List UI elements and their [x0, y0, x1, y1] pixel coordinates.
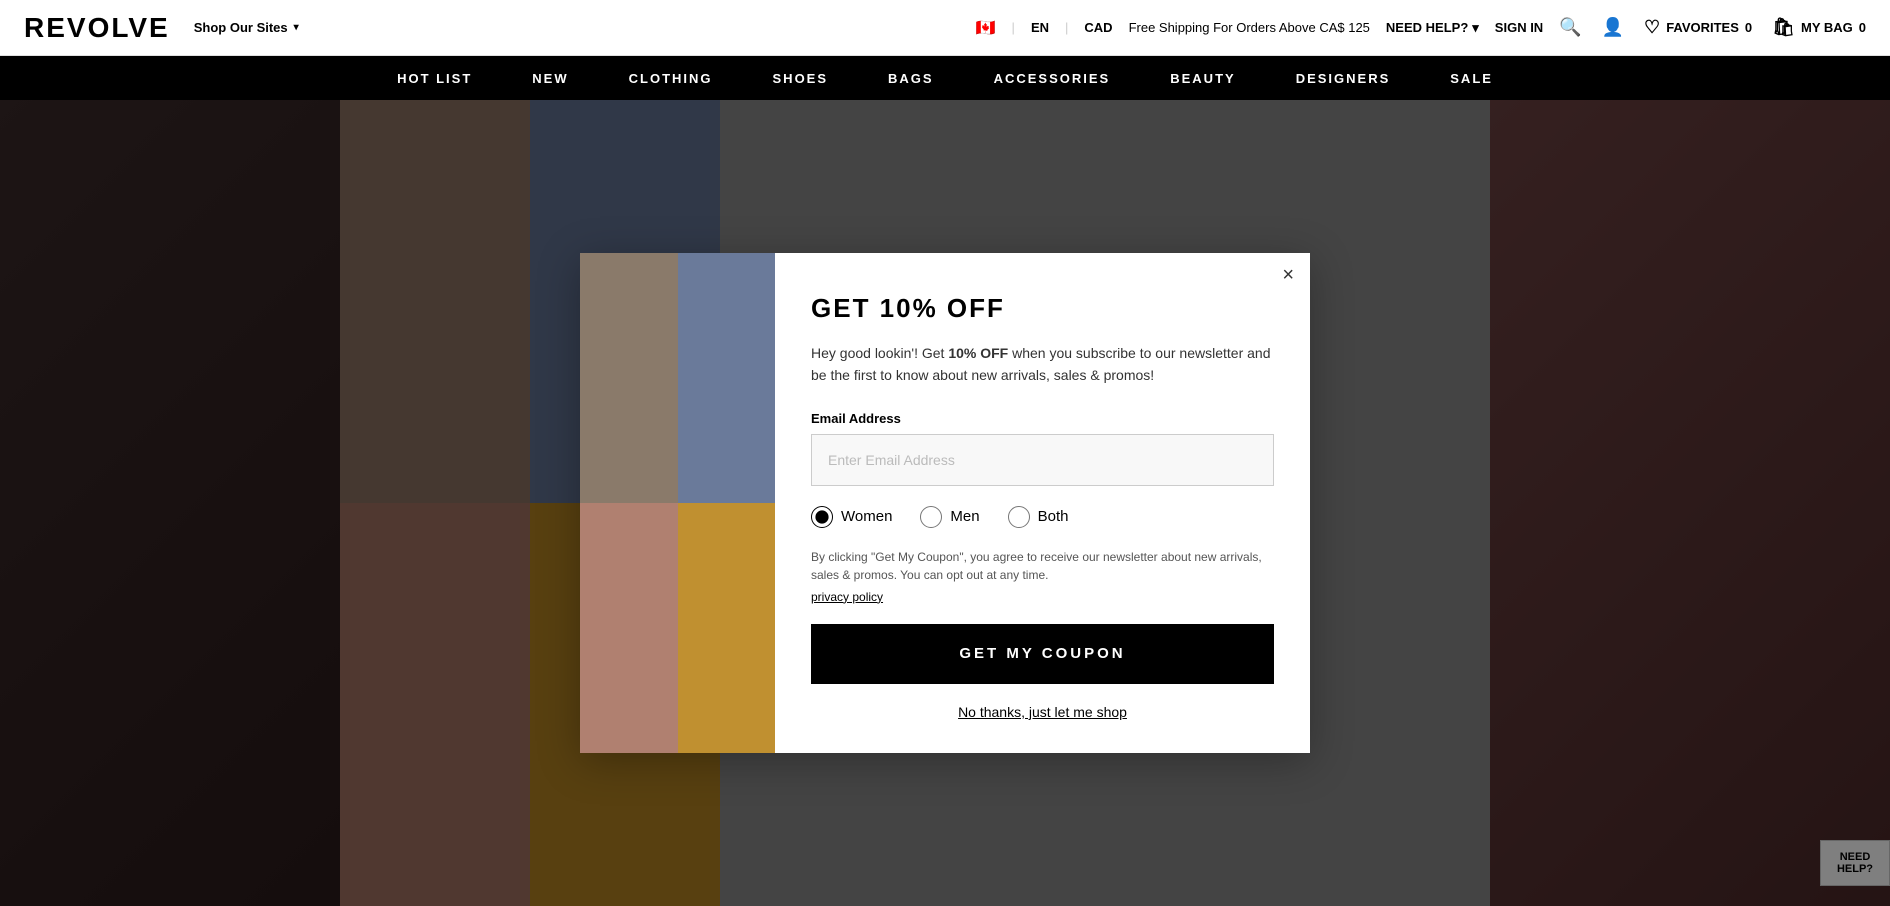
- logo[interactable]: REVOLVE: [24, 12, 170, 44]
- nav-item-sale[interactable]: SALE: [1450, 71, 1493, 86]
- chevron-down-icon: ▾: [1472, 20, 1479, 36]
- modal-image-3: [580, 503, 678, 753]
- radio-label-both: Both: [1038, 508, 1069, 525]
- site-header: REVOLVE Shop Our Sites ▾ 🇨🇦 | EN | CAD F…: [0, 0, 1890, 100]
- nav-item-shoes[interactable]: SHOES: [773, 71, 829, 86]
- privacy-policy-link[interactable]: privacy policy: [811, 590, 1274, 604]
- modal-content-area: × GET 10% OFF Hey good lookin'! Get 10% …: [775, 253, 1310, 753]
- radio-input-both[interactable]: [1008, 506, 1030, 528]
- email-input[interactable]: [811, 434, 1274, 486]
- gender-radio-group: Women Men Both: [811, 506, 1274, 528]
- bag-button[interactable]: 🛍 MY BAG 0: [1772, 17, 1866, 38]
- chevron-down-icon: ▾: [294, 22, 299, 33]
- flag-icon: 🇨🇦: [976, 18, 996, 38]
- shipping-message: Free Shipping For Orders Above CA$ 125: [1129, 20, 1370, 35]
- nav-item-hotlist[interactable]: HOT LIST: [397, 71, 472, 86]
- nav-item-beauty[interactable]: BEAUTY: [1170, 71, 1235, 86]
- shop-sites-button[interactable]: Shop Our Sites ▾: [194, 20, 299, 35]
- nav-item-new[interactable]: NEW: [532, 71, 568, 86]
- separator: |: [1012, 20, 1015, 35]
- modal-close-button[interactable]: ×: [1282, 265, 1294, 285]
- modal-title: GET 10% OFF: [811, 293, 1274, 324]
- radio-label-men: Men: [950, 508, 979, 525]
- favorites-button[interactable]: ♡ FAVORITES 0: [1644, 17, 1752, 38]
- nav-item-clothing[interactable]: CLOTHING: [629, 71, 713, 86]
- modal-image-2: [678, 253, 776, 503]
- modal-images: [580, 253, 775, 753]
- get-coupon-button[interactable]: GET MY COUPON: [811, 624, 1274, 684]
- nav-item-designers[interactable]: DESIGNERS: [1296, 71, 1391, 86]
- radio-women[interactable]: Women: [811, 506, 892, 528]
- modal-image-4: [678, 503, 776, 753]
- radio-input-men[interactable]: [920, 506, 942, 528]
- nav-item-accessories[interactable]: ACCESSORIES: [994, 71, 1111, 86]
- email-label: Email Address: [811, 411, 1274, 426]
- radio-men[interactable]: Men: [920, 506, 979, 528]
- radio-input-women[interactable]: [811, 506, 833, 528]
- modal-description: Hey good lookin'! Get 10% OFF when you s…: [811, 342, 1274, 387]
- signup-modal: × GET 10% OFF Hey good lookin'! Get 10% …: [580, 253, 1310, 753]
- account-icon[interactable]: 👤: [1602, 17, 1624, 38]
- main-nav: HOT LIST NEW CLOTHING SHOES BAGS ACCESSO…: [0, 56, 1890, 100]
- close-icon: ×: [1282, 264, 1294, 286]
- language-selector[interactable]: EN: [1031, 20, 1049, 35]
- bag-icon: 🛍: [1772, 17, 1795, 38]
- radio-both[interactable]: Both: [1008, 506, 1069, 528]
- radio-label-women: Women: [841, 508, 892, 525]
- currency-selector[interactable]: CAD: [1084, 20, 1112, 35]
- nav-item-bags[interactable]: BAGS: [888, 71, 934, 86]
- sign-in-button[interactable]: SIGN IN: [1495, 20, 1543, 35]
- need-help-button[interactable]: NEED HELP? ▾: [1386, 20, 1479, 36]
- modal-overlay: × GET 10% OFF Hey good lookin'! Get 10% …: [0, 100, 1890, 906]
- page-background: × GET 10% OFF Hey good lookin'! Get 10% …: [0, 100, 1890, 906]
- modal-image-1: [580, 253, 678, 503]
- search-icon[interactable]: 🔍: [1559, 17, 1581, 38]
- terms-text: By clicking "Get My Coupon", you agree t…: [811, 548, 1274, 584]
- separator: |: [1065, 20, 1068, 35]
- no-thanks-button[interactable]: No thanks, just let me shop: [811, 704, 1274, 720]
- heart-icon: ♡: [1644, 17, 1660, 38]
